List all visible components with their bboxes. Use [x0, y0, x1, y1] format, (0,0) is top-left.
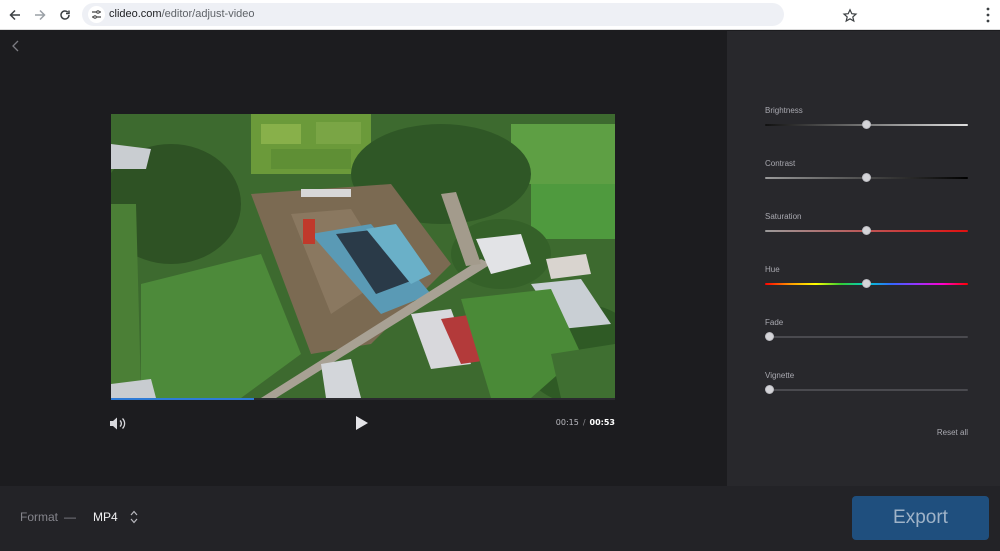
- hue-thumb[interactable]: [862, 279, 871, 288]
- video-preview[interactable]: [111, 114, 615, 398]
- site-settings-icon[interactable]: [88, 6, 105, 23]
- slider-label-saturation: Saturation: [765, 212, 802, 221]
- browser-toolbar: clideo.com/editor/adjust-video: [0, 0, 1000, 30]
- vignette-thumb[interactable]: [765, 385, 774, 394]
- fade-track[interactable]: [765, 336, 968, 338]
- sort-arrows-icon[interactable]: [130, 510, 138, 524]
- slider-saturation: Saturation: [765, 212, 968, 235]
- forward-arrow-icon[interactable]: [30, 5, 50, 25]
- progress-fill: [111, 398, 254, 400]
- slider-label-brightness: Brightness: [765, 106, 803, 115]
- editor-app: 00:15/00:53 Brightness Contrast Saturati…: [0, 31, 1000, 551]
- play-icon[interactable]: [355, 415, 369, 431]
- contrast-thumb[interactable]: [862, 173, 871, 182]
- time-separator: /: [582, 418, 586, 427]
- slider-label-vignette: Vignette: [765, 371, 795, 380]
- format-label: Format: [20, 510, 59, 524]
- reload-icon[interactable]: [55, 5, 75, 25]
- slider-label-hue: Hue: [765, 265, 780, 274]
- bookmark-star-icon[interactable]: [842, 8, 858, 24]
- browser-menu-icon[interactable]: [983, 6, 993, 24]
- back-chevron-icon[interactable]: [9, 39, 23, 53]
- saturation-thumb[interactable]: [862, 226, 871, 235]
- video-stage: 00:15/00:53: [0, 31, 727, 486]
- vignette-track[interactable]: [765, 389, 968, 391]
- format-dash: —: [64, 510, 76, 524]
- volume-icon[interactable]: [109, 416, 126, 431]
- aerial-video-frame: [111, 114, 615, 398]
- slider-label-fade: Fade: [765, 318, 784, 327]
- total-time: 00:53: [589, 418, 615, 427]
- url-host: clideo.com: [109, 8, 162, 20]
- adjustments-panel: Brightness Contrast Saturation Hue Fade …: [727, 31, 1000, 486]
- format-select[interactable]: MP4: [93, 510, 118, 524]
- slider-contrast: Contrast: [765, 159, 968, 182]
- slider-brightness: Brightness: [765, 106, 968, 129]
- bottom-bar: Format — MP4 Export: [0, 486, 1000, 551]
- slider-fade: Fade: [765, 318, 968, 341]
- slider-label-contrast: Contrast: [765, 159, 796, 168]
- time-display: 00:15/00:53: [556, 418, 615, 427]
- current-time: 00:15: [555, 418, 579, 427]
- fade-thumb[interactable]: [765, 332, 774, 341]
- reset-all-link[interactable]: Reset all: [937, 428, 968, 437]
- url-text: clideo.com/editor/adjust-video: [109, 8, 255, 20]
- slider-hue: Hue: [765, 265, 968, 288]
- brightness-thumb[interactable]: [862, 120, 871, 129]
- back-arrow-icon[interactable]: [5, 5, 25, 25]
- address-bar[interactable]: clideo.com/editor/adjust-video: [82, 3, 858, 26]
- slider-vignette: Vignette: [765, 371, 968, 394]
- export-button[interactable]: Export: [852, 496, 989, 540]
- url-path: /editor/adjust-video: [161, 8, 255, 20]
